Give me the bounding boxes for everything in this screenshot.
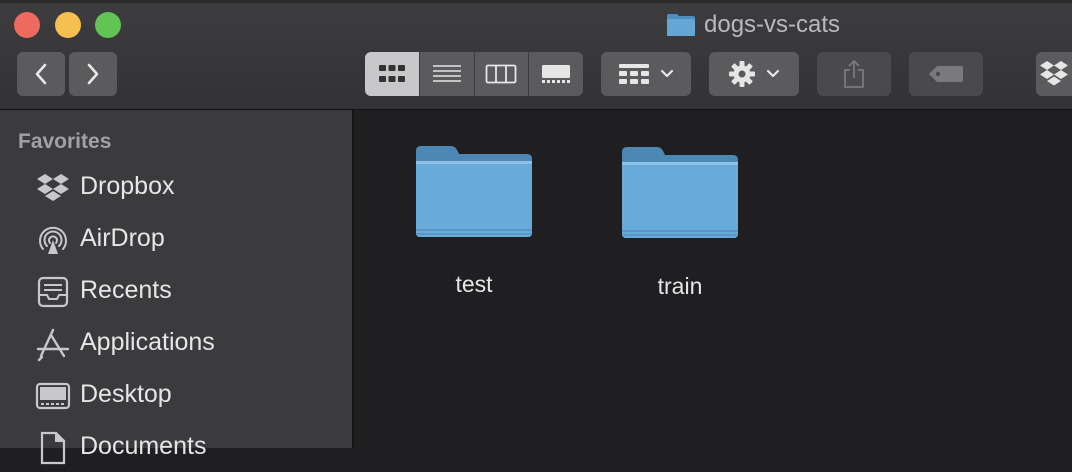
sidebar-item-label: Recents	[80, 276, 172, 304]
view-mode-control	[365, 52, 583, 96]
documents-icon	[40, 431, 66, 465]
chevron-left-icon	[35, 63, 47, 85]
recents-icon	[37, 276, 69, 308]
sidebar-item-label: Desktop	[80, 380, 172, 408]
sidebar-item-desktop[interactable]: Desktop	[0, 370, 352, 420]
chevron-right-icon	[87, 63, 99, 85]
icon-view-button[interactable]	[365, 52, 420, 96]
desktop-icon	[35, 382, 71, 410]
sidebar-item-label: Dropbox	[80, 172, 175, 200]
dropbox-icon	[37, 174, 69, 201]
close-window-button[interactable]	[14, 12, 40, 38]
group-by-icon	[619, 64, 649, 84]
group-by-button[interactable]	[601, 52, 691, 96]
window-title-text: dogs-vs-cats	[704, 11, 841, 38]
forward-button[interactable]	[69, 52, 117, 96]
folder-icon	[667, 14, 695, 36]
column-view-button[interactable]	[475, 52, 530, 96]
gear-icon	[729, 61, 755, 87]
share-icon	[844, 59, 864, 88]
file-browser-content: test train	[356, 111, 1072, 448]
title-bar: dogs-vs-cats	[0, 0, 1072, 110]
back-button[interactable]	[17, 52, 65, 96]
minimize-window-button[interactable]	[55, 12, 81, 38]
top-edge	[0, 0, 1072, 3]
folder-icon	[622, 147, 738, 238]
icon-view-icon	[378, 65, 405, 82]
sidebar: Favorites Dropbox AirDrop Recents Applic…	[0, 110, 354, 465]
list-view-icon	[432, 65, 461, 82]
sidebar-item-documents[interactable]: Documents	[0, 422, 352, 472]
sidebar-item-label: Documents	[80, 432, 207, 460]
gallery-view-button[interactable]	[529, 52, 583, 96]
sidebar-item-applications[interactable]: Applications	[0, 318, 352, 368]
dropbox-toolbar-button[interactable]	[1036, 52, 1072, 96]
chevron-down-icon	[766, 69, 780, 78]
chevron-down-icon	[660, 69, 674, 78]
window-title: dogs-vs-cats	[666, 10, 840, 40]
folder-icon	[416, 146, 532, 237]
sidebar-item-recents[interactable]: Recents	[0, 266, 352, 316]
tag-button[interactable]	[909, 52, 983, 96]
gallery-view-icon	[542, 65, 571, 83]
action-button[interactable]	[709, 52, 799, 96]
list-view-button[interactable]	[420, 52, 475, 96]
sidebar-item-label: AirDrop	[80, 224, 165, 252]
folder-name: train	[657, 273, 703, 299]
applications-icon	[36, 328, 70, 362]
column-view-icon	[485, 64, 517, 84]
sidebar-heading-favorites: Favorites	[18, 130, 112, 153]
sidebar-item-airdrop[interactable]: AirDrop	[0, 214, 352, 264]
sidebar-item-dropbox[interactable]: Dropbox	[0, 162, 352, 212]
airdrop-icon	[39, 226, 67, 254]
sidebar-item-label: Applications	[80, 328, 215, 356]
tag-icon	[929, 66, 963, 82]
zoom-window-button[interactable]	[95, 12, 121, 38]
dropbox-icon	[1040, 61, 1068, 86]
share-button[interactable]	[817, 52, 891, 96]
folder-name: test	[455, 271, 493, 297]
